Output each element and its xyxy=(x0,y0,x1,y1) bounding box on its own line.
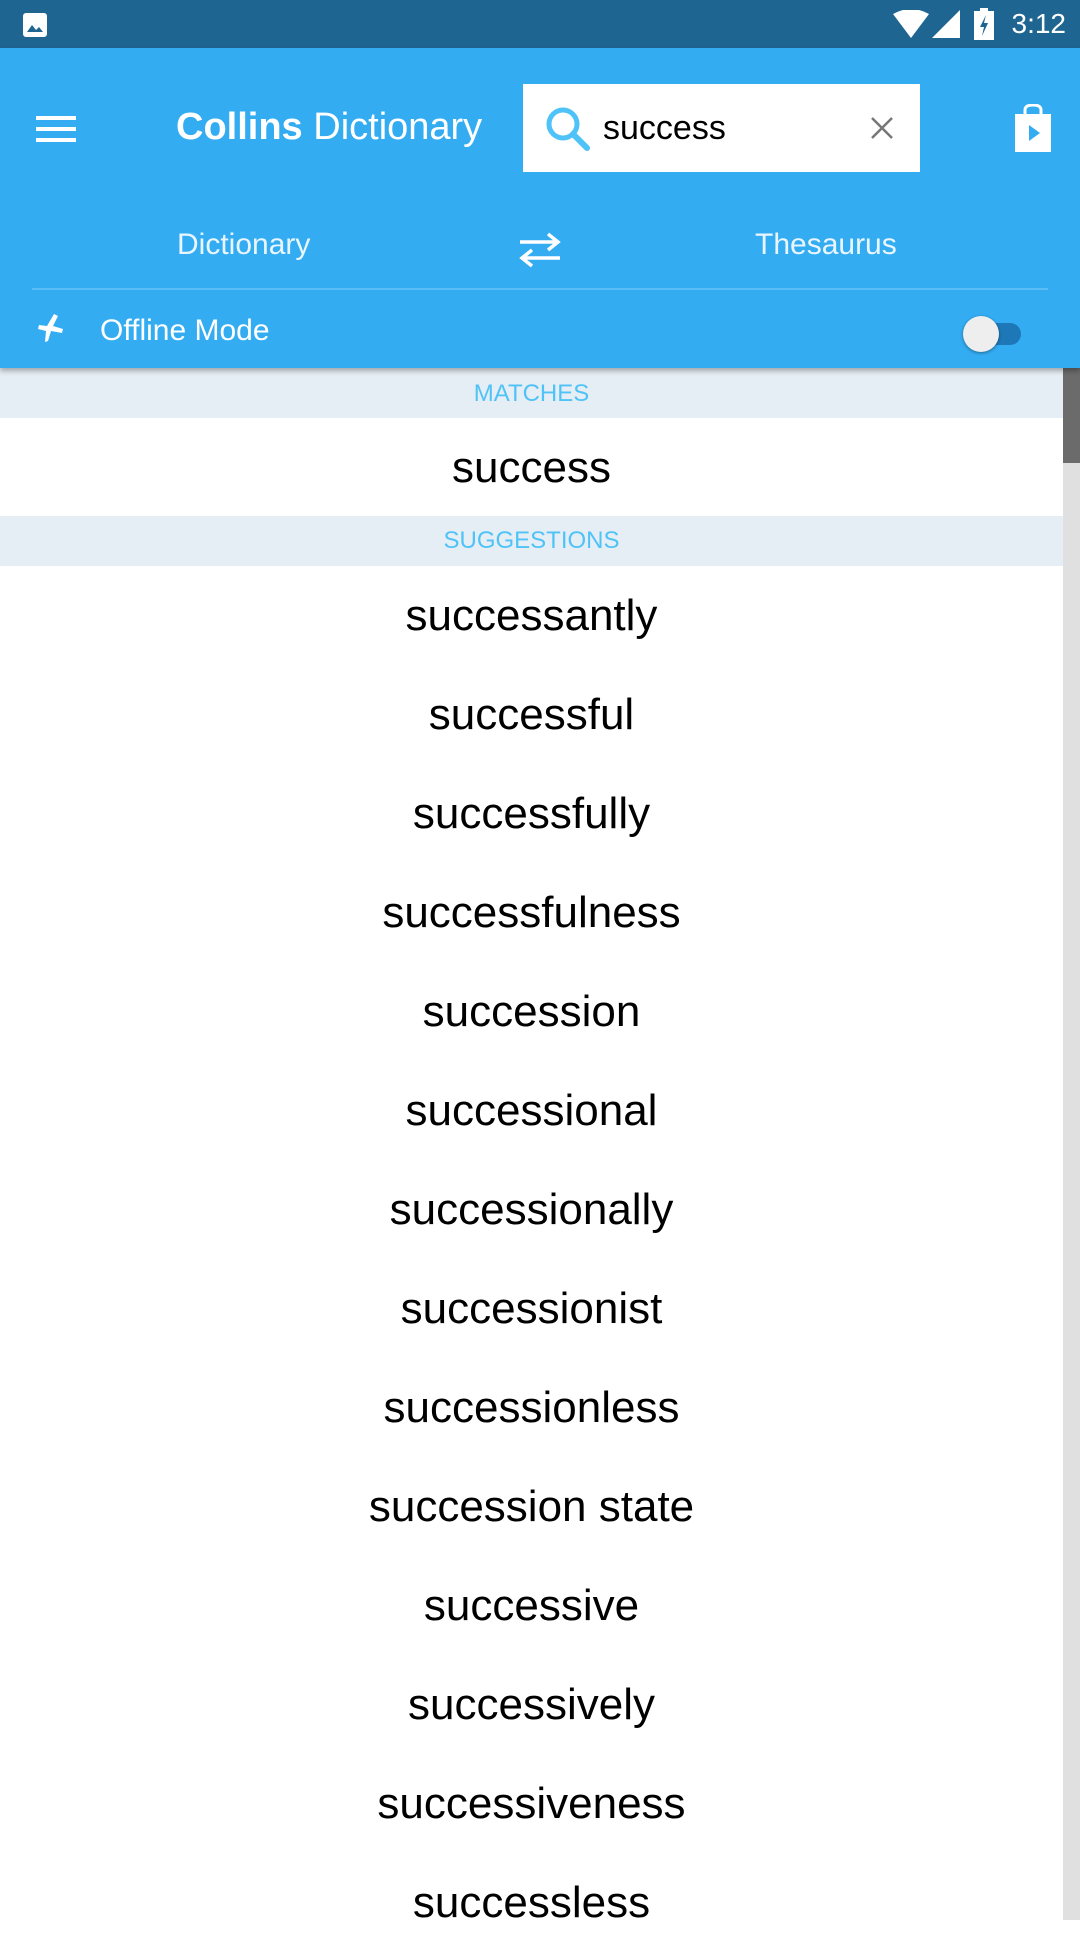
suggestion-item[interactable]: successless xyxy=(0,1853,1063,1952)
suggestion-item[interactable]: successful xyxy=(0,665,1063,764)
app-bar: Collins Dictionary Dictionary Thesaurus … xyxy=(0,48,1080,368)
suggestion-item[interactable]: successively xyxy=(0,1655,1063,1754)
play-store-bag-icon[interactable] xyxy=(1013,104,1053,152)
suggestion-item[interactable]: successfully xyxy=(0,764,1063,863)
tab-thesaurus[interactable]: Thesaurus xyxy=(755,228,897,262)
clock: 3:12 xyxy=(1011,8,1067,39)
suggestion-item[interactable]: successionless xyxy=(0,1358,1063,1457)
suggestion-item[interactable]: succession xyxy=(0,962,1063,1061)
suggestions-header: SUGGESTIONS xyxy=(0,516,1063,566)
search-box[interactable] xyxy=(523,84,920,172)
status-bar: 3:12 xyxy=(0,0,1080,48)
suggestion-item[interactable]: successfulness xyxy=(0,863,1063,962)
app-title: Collins Dictionary xyxy=(176,106,482,149)
matches-header: MATCHES xyxy=(0,368,1063,418)
battery-charging-icon xyxy=(974,8,994,40)
divider xyxy=(32,288,1048,290)
search-input[interactable] xyxy=(603,102,843,154)
suggestion-item[interactable]: successional xyxy=(0,1061,1063,1160)
suggestion-item[interactable]: successiveness xyxy=(0,1754,1063,1853)
app-title-rest: Dictionary xyxy=(302,106,483,148)
match-item[interactable]: success xyxy=(0,418,1063,516)
close-icon[interactable] xyxy=(870,116,894,140)
airplane-icon xyxy=(38,314,63,342)
suggestion-item[interactable]: successionally xyxy=(0,1160,1063,1259)
tab-dictionary[interactable]: Dictionary xyxy=(177,228,310,262)
suggestion-item[interactable]: successantly xyxy=(0,566,1063,665)
suggestion-item[interactable]: successionist xyxy=(0,1259,1063,1358)
app-title-bold: Collins xyxy=(176,106,303,148)
swap-arrows-icon[interactable] xyxy=(518,232,562,268)
cell-signal-icon xyxy=(932,10,960,38)
suggestion-item[interactable]: succession state xyxy=(0,1457,1063,1556)
suggestion-item[interactable]: successive xyxy=(0,1556,1063,1655)
search-icon xyxy=(546,107,590,151)
results-list: MATCHES success SUGGESTIONS successantly… xyxy=(0,368,1063,1952)
wifi-icon xyxy=(893,10,929,38)
scrollbar[interactable] xyxy=(1063,368,1080,1920)
offline-mode-toggle[interactable] xyxy=(963,313,1027,353)
image-notification-icon xyxy=(23,13,47,37)
offline-mode-label: Offline Mode xyxy=(100,314,270,347)
scrollbar-thumb[interactable] xyxy=(1063,368,1080,463)
menu-icon[interactable] xyxy=(36,114,76,144)
